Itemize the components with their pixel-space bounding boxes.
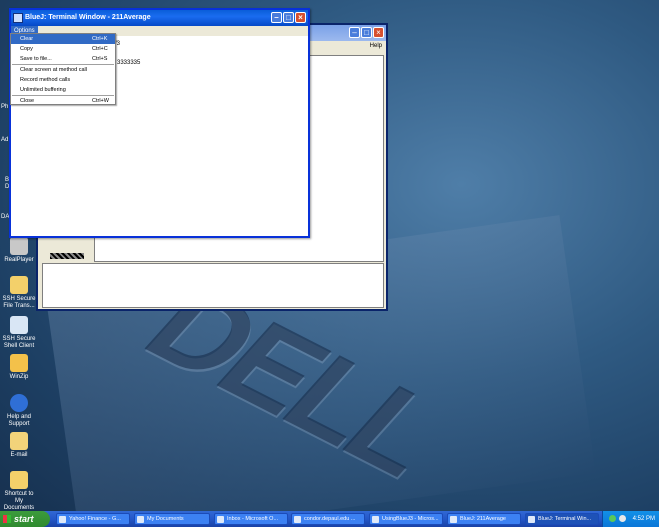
menu-item-unlimited-buffering[interactable]: Unlimited buffering (11, 85, 115, 95)
desktop-partial-label: Ph (1, 104, 9, 110)
menu-item-label: Clear (20, 36, 34, 42)
bluej-icon (528, 516, 535, 523)
bluej-app-icon (13, 13, 23, 23)
menu-item-copy[interactable]: Copy Ctrl+C (11, 44, 115, 54)
object-bench[interactable] (42, 263, 384, 308)
taskbar-item-bluej-terminal[interactable]: BlueJ: Terminal Win... (525, 513, 599, 525)
desktop-icon-label: WinZip (9, 374, 29, 380)
taskbar-item-label: UsingBlueJ3 - Micros... (382, 516, 439, 522)
desktop-icon-ssh-shell[interactable]: SSH Secure Shell Client (0, 316, 38, 350)
winzip-icon (10, 354, 28, 372)
windows-flag-icon (3, 515, 11, 523)
terminal-text: 3333335 (117, 60, 141, 66)
desktop-icon-my-documents[interactable]: Shortcut to My Documents (0, 471, 38, 512)
network-icon[interactable] (609, 515, 616, 522)
menu-item-save[interactable]: Save to file... Ctrl+S (11, 54, 115, 64)
taskbar-item-label: condor.depaul.edu ... (304, 516, 356, 522)
terminal-icon (294, 516, 301, 523)
taskbar: start Yahoo! Finance - G... My Documents… (0, 511, 659, 527)
taskbar-item-inbox[interactable]: Inbox - Microsoft O... (214, 513, 288, 525)
taskbar-item-usingbluej[interactable]: UsingBlueJ3 - Micros... (369, 513, 443, 525)
menu-item-record-calls[interactable]: Record method calls (11, 75, 115, 85)
help-icon (10, 394, 28, 412)
folder-icon (10, 471, 28, 489)
close-button[interactable]: × (373, 27, 384, 38)
desktop-icon-label: RealPlayer (4, 257, 34, 263)
menu-help[interactable]: Help (370, 43, 382, 49)
taskbar-item-label: BlueJ: 211Average (460, 516, 506, 522)
minimize-button[interactable]: – (271, 12, 282, 23)
ssh-file-transfer-icon (10, 276, 28, 294)
menu-item-label: Save to file... (20, 56, 52, 62)
realplayer-icon (10, 237, 28, 255)
taskbar-item-bluej-211average[interactable]: BlueJ: 211Average (447, 513, 521, 525)
start-button[interactable]: start (0, 511, 50, 527)
system-tray: 4:52 PM (602, 511, 659, 527)
options-dropdown: Clear Ctrl+K Copy Ctrl+C Save to file...… (10, 33, 116, 105)
ssh-shell-icon (10, 316, 28, 334)
desktop-icon-label: SSH Secure File Trans... (2, 296, 36, 309)
menu-shortcut: Ctrl+S (92, 56, 108, 62)
taskbar-item-condor[interactable]: condor.depaul.edu ... (291, 513, 365, 525)
bluej-icon (450, 516, 457, 523)
progress-hatch (50, 253, 84, 259)
outlook-icon (217, 516, 224, 523)
taskbar-item-label: BlueJ: Terminal Win... (538, 516, 592, 522)
word-icon (372, 516, 379, 523)
menu-shortcut: Ctrl+K (92, 36, 108, 42)
menu-item-label: Clear screen at method call (20, 67, 87, 73)
menu-shortcut: Ctrl+C (92, 46, 108, 52)
desktop-icon-label: Shortcut to My Documents (3, 491, 35, 511)
desktop-icon-winzip[interactable]: WinZip (0, 354, 38, 381)
maximize-button[interactable]: □ (361, 27, 372, 38)
minimize-button[interactable]: – (349, 27, 360, 38)
menu-item-label: Copy (20, 46, 33, 52)
menu-item-label: Unlimited buffering (20, 87, 66, 93)
desktop-icon-realplayer[interactable]: RealPlayer (0, 237, 38, 264)
desktop-icon-email[interactable]: E-mail (0, 432, 38, 459)
taskbar-item-label: Yahoo! Finance - G... (69, 516, 121, 522)
taskbar-item-my-documents[interactable]: My Documents (134, 513, 210, 525)
start-label: start (14, 514, 34, 524)
menu-item-label: Close (20, 98, 35, 104)
email-icon (10, 432, 28, 450)
desktop-icon-label: SSH Secure Shell Client (2, 336, 36, 349)
volume-icon[interactable] (619, 515, 626, 522)
desktop-icon-help[interactable]: Help and Support (0, 394, 38, 428)
desktop-icon-ssh-file-transfer[interactable]: SSH Secure File Trans... (0, 276, 38, 310)
close-button[interactable]: × (295, 12, 306, 23)
menu-item-close[interactable]: Close Ctrl+W (11, 96, 115, 106)
desktop-icon-label: E-mail (10, 452, 28, 458)
clock[interactable]: 4:52 PM (633, 516, 655, 522)
taskbar-item-yahoo[interactable]: Yahoo! Finance - G... (56, 513, 130, 525)
taskbar-item-label: My Documents (147, 516, 184, 522)
terminal-titlebar[interactable]: BlueJ: Terminal Window - 211Average – □ … (11, 10, 308, 26)
menu-item-label: Record method calls (20, 77, 71, 83)
menu-shortcut: Ctrl+W (92, 98, 109, 104)
window-title: BlueJ: Terminal Window - 211Average (25, 14, 151, 21)
browser-icon (59, 516, 66, 523)
desktop-partial-label: Ad (1, 137, 9, 143)
menu-item-clear-at-call[interactable]: Clear screen at method call (11, 65, 115, 75)
menu-item-clear[interactable]: Clear Ctrl+K (11, 34, 115, 44)
folder-icon (137, 516, 144, 523)
taskbar-item-label: Inbox - Microsoft O... (227, 516, 279, 522)
maximize-button[interactable]: □ (283, 12, 294, 23)
desktop-icon-label: Help and Support (6, 414, 32, 427)
